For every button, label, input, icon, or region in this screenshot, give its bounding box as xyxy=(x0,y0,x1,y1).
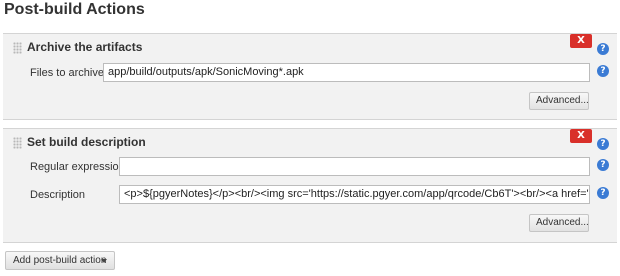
advanced-button[interactable]: Advanced... xyxy=(529,214,589,232)
add-post-build-action-button[interactable]: Add post-build action xyxy=(5,251,115,270)
section-title-archive: Archive the artifacts xyxy=(27,40,143,54)
section-title-description: Set build description xyxy=(27,135,146,149)
description-input[interactable]: <p>${pgyerNotes}</p><br/><img src='https… xyxy=(119,185,590,204)
help-icon[interactable]: ? xyxy=(597,159,609,171)
page-title: Post-build Actions xyxy=(4,1,145,18)
help-icon[interactable]: ? xyxy=(597,65,609,77)
regular-expression-label: Regular expression xyxy=(30,161,125,173)
set-build-description-section: Set build description X ? Regular expres… xyxy=(3,128,617,243)
help-icon[interactable]: ? xyxy=(597,43,609,55)
advanced-button[interactable]: Advanced... xyxy=(529,92,589,110)
delete-archive-button[interactable]: X xyxy=(570,34,592,48)
files-to-archive-input[interactable]: app/build/outputs/apk/SonicMoving*.apk xyxy=(103,63,590,82)
add-post-build-action-label: Add post-build action xyxy=(13,255,107,266)
help-icon[interactable]: ? xyxy=(597,138,609,150)
delete-description-button[interactable]: X xyxy=(570,129,592,143)
chevron-down-icon xyxy=(101,259,107,263)
files-to-archive-label: Files to archive xyxy=(30,67,104,79)
archive-artifacts-section: Archive the artifacts X ? Files to archi… xyxy=(3,33,617,120)
help-icon[interactable]: ? xyxy=(597,187,609,199)
drag-handle-icon[interactable] xyxy=(13,42,22,54)
description-label: Description xyxy=(30,189,86,201)
drag-handle-icon[interactable] xyxy=(13,137,22,149)
regular-expression-input[interactable] xyxy=(119,157,590,176)
